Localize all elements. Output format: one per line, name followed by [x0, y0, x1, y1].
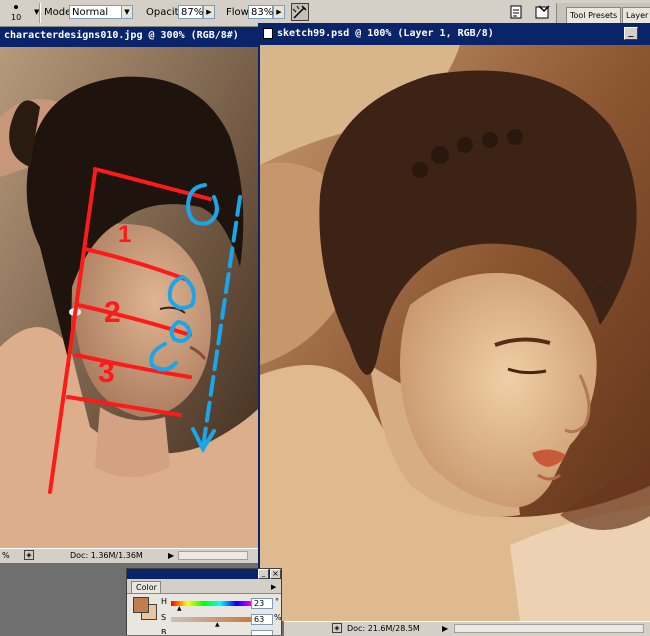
- horizontal-scrollbar[interactable]: [178, 551, 248, 560]
- status-bar: ◈ Doc: 21.6M/28.5M ▶: [284, 621, 650, 636]
- reference-photo: 1 2 3: [0, 47, 260, 548]
- file-browser-button[interactable]: [509, 4, 523, 20]
- document-window-sketch: sketch99.psd @ 100% (Layer 1, RGB/8) _ ◈…: [258, 23, 650, 636]
- s-value-input[interactable]: 63: [251, 614, 273, 625]
- mode-dropdown-button[interactable]: ▼: [121, 5, 133, 19]
- flow-slider-button[interactable]: ▶: [273, 5, 285, 19]
- chevron-right-icon: ▶: [276, 8, 282, 16]
- palette-menu-button[interactable]: ▶: [271, 583, 276, 591]
- ps-document-icon: [263, 28, 273, 39]
- chevron-right-icon: ▶: [206, 8, 212, 16]
- h-unit: °: [275, 597, 279, 606]
- window-title: characterdesigns010.jpg @ 300% (RGB/8#): [4, 30, 239, 41]
- foreground-color-swatch[interactable]: [133, 597, 149, 613]
- status-arrow-icon[interactable]: ▶: [442, 622, 448, 635]
- opacity-slider-button[interactable]: ▶: [203, 5, 215, 19]
- tab-tool-presets[interactable]: Tool Presets: [566, 7, 622, 24]
- zoom-field[interactable]: %: [2, 549, 10, 562]
- annotation-label-3: 3: [98, 356, 115, 389]
- airbrush-icon: [292, 5, 307, 19]
- annotation-label-2: 2: [104, 296, 121, 329]
- status-menu-icon[interactable]: ◈: [24, 550, 34, 560]
- doc-size-info: Doc: 1.36M/1.36M: [70, 551, 143, 560]
- palette-well-button[interactable]: [534, 3, 552, 21]
- h-label: H: [161, 597, 168, 606]
- airbrush-button[interactable]: [291, 3, 309, 21]
- status-arrow-icon[interactable]: ▶: [168, 549, 174, 562]
- tab-color-label: Color: [136, 583, 157, 592]
- brush-size-label: 10: [11, 13, 22, 22]
- minimize-icon: _: [628, 28, 634, 38]
- close-button[interactable]: ×: [270, 569, 281, 579]
- doc-size-info: Doc: 21.6M/28.5M: [347, 624, 420, 633]
- tab-color[interactable]: Color: [131, 581, 161, 593]
- brush-preset-picker[interactable]: 10 ▼: [6, 2, 39, 24]
- document-window-reference: characterdesigns010.jpg @ 300% (RGB/8#): [0, 27, 260, 563]
- file-browser-icon: [510, 5, 522, 19]
- minimize-button[interactable]: _: [258, 569, 269, 579]
- reference-photo-canvas[interactable]: 1 2 3: [0, 47, 260, 548]
- horizontal-scrollbar[interactable]: [454, 624, 644, 633]
- minimize-button[interactable]: _: [624, 27, 638, 40]
- window-title: sketch99.psd @ 100% (Layer 1, RGB/8): [277, 28, 494, 39]
- palette-body: H ▲ 23 ° S ▲ 63 % B: [127, 593, 282, 635]
- brush-tip-icon: [14, 5, 18, 9]
- sketch-canvas[interactable]: [260, 45, 650, 621]
- s-label: S: [161, 613, 167, 622]
- sketch-painting: [260, 45, 650, 621]
- flow-input[interactable]: 83%: [248, 5, 273, 19]
- hue-slider-thumb[interactable]: ▲: [177, 606, 182, 612]
- status-menu-icon[interactable]: ◈: [332, 623, 342, 633]
- window-titlebar[interactable]: sketch99.psd @ 100% (Layer 1, RGB/8) _: [260, 23, 650, 45]
- tab-layer-comps[interactable]: Layer C: [622, 7, 650, 24]
- status-bar: % ◈ Doc: 1.36M/1.36M ▶: [0, 548, 260, 563]
- b-value-input[interactable]: [251, 630, 273, 635]
- window-titlebar[interactable]: characterdesigns010.jpg @ 300% (RGB/8#): [0, 27, 260, 47]
- palette-well-icon: [535, 5, 550, 19]
- close-icon: ×: [272, 569, 279, 578]
- mode-select[interactable]: Normal: [69, 5, 122, 19]
- h-value-input[interactable]: 23: [251, 598, 273, 609]
- annotation-label-1: 1: [118, 221, 131, 248]
- chevron-down-icon: ▼: [124, 8, 130, 16]
- divider: [39, 3, 41, 23]
- s-unit: %: [274, 613, 282, 622]
- b-label: B: [161, 628, 167, 634]
- opacity-input[interactable]: 87%: [178, 5, 203, 19]
- color-palette: _ × Color ▶ H ▲ 23 ° S ▲ 63 % B: [126, 568, 282, 635]
- saturation-slider-thumb[interactable]: ▲: [215, 622, 220, 628]
- minimize-icon: _: [261, 569, 266, 577]
